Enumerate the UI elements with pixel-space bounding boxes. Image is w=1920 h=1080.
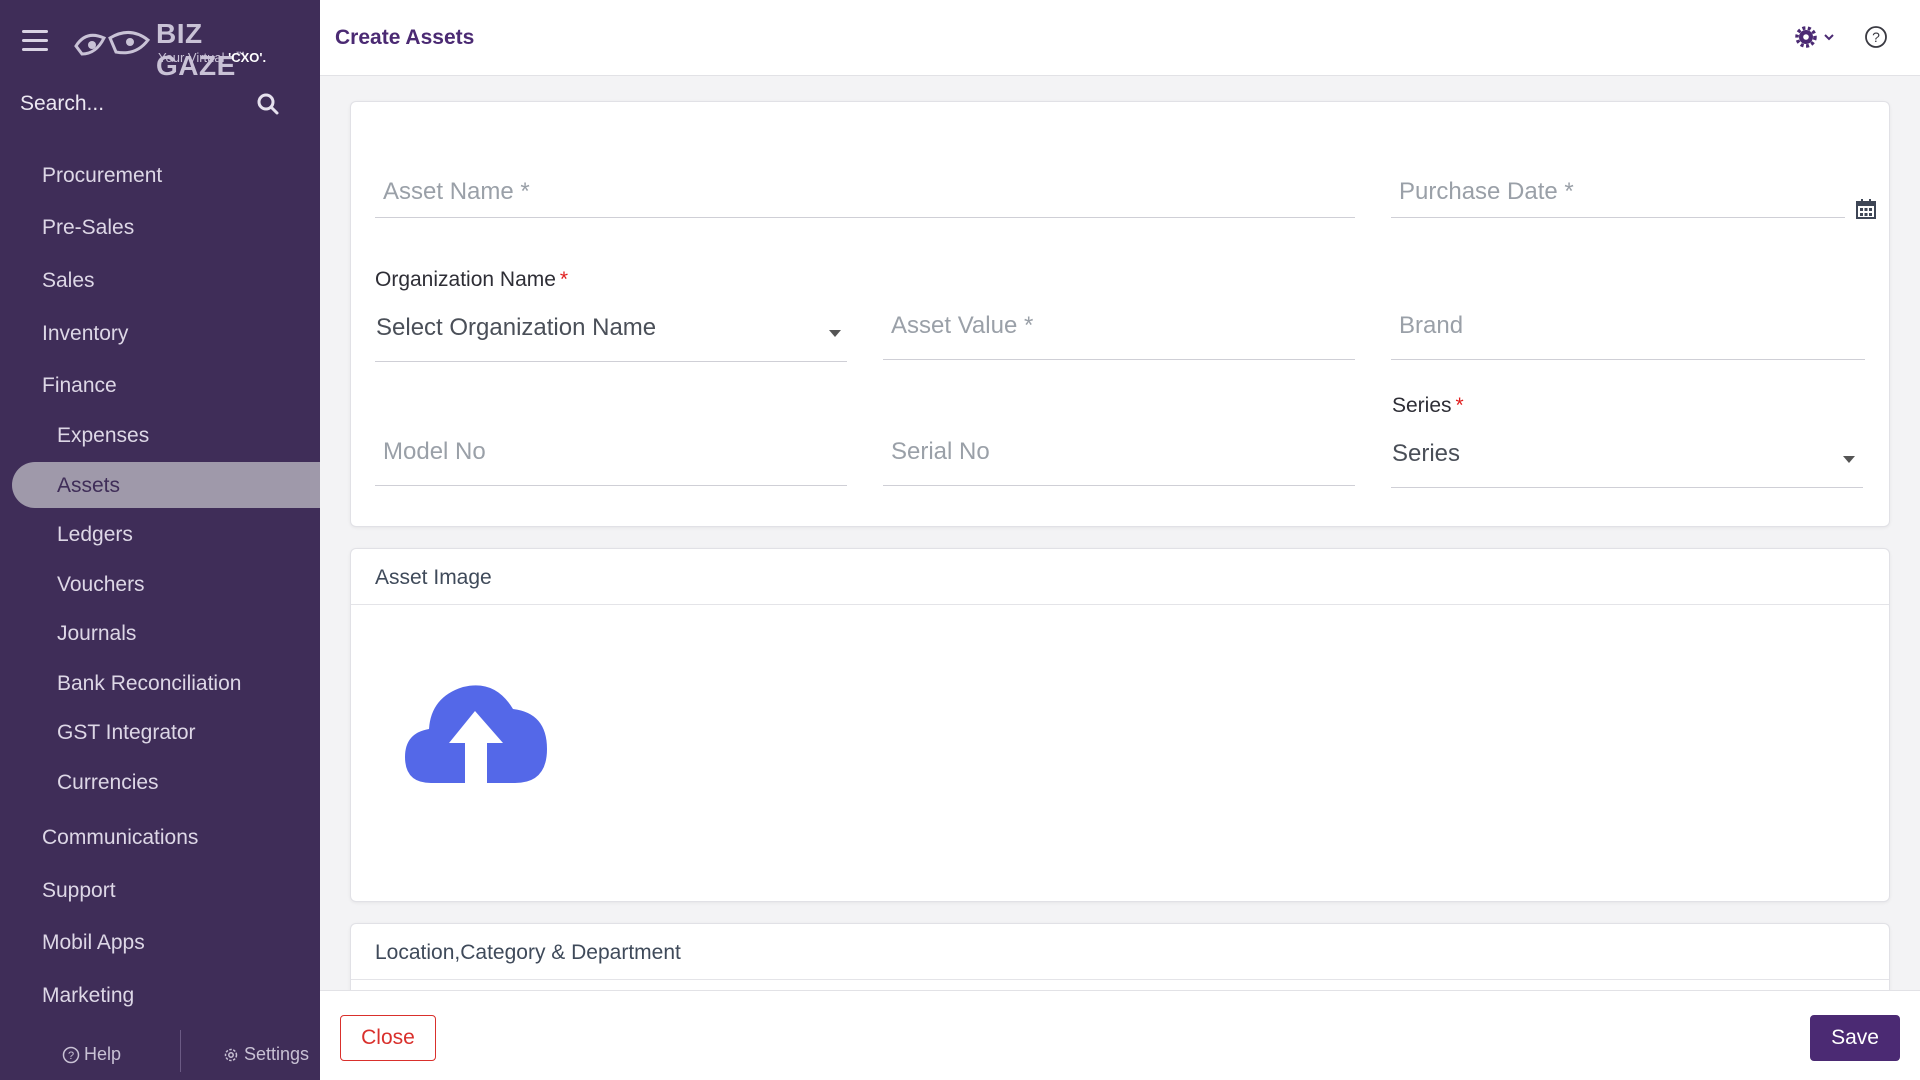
location-header: Location,Category & Department (351, 924, 1889, 980)
organization-name-label: Organization Name * (375, 268, 569, 291)
form-action-bar: Close Save (320, 990, 1920, 1080)
brand-field[interactable]: Brand (1391, 298, 1865, 360)
asset-details-card: Asset Name * Purchase Date * Organizatio… (350, 101, 1890, 527)
brand-tagline: Your Virtual 'CXO'. (158, 50, 267, 65)
asset-name-field[interactable]: Asset Name * (375, 164, 1355, 218)
page-title: Create Assets (335, 26, 475, 49)
asset-image-card: Asset Image (350, 548, 1890, 902)
help-circle-icon: ? (1865, 26, 1887, 48)
sidebar-item-support[interactable]: Support (0, 867, 320, 913)
svg-text:?: ? (68, 1050, 74, 1062)
sidebar-footer: ? Help Settings (0, 1030, 320, 1080)
asset-image-header: Asset Image (351, 549, 1889, 605)
owl-eyes-logo-icon (74, 31, 151, 56)
sidebar-item-gst-integrator[interactable]: GST Integrator (0, 709, 320, 755)
asset-image-title: Asset Image (375, 566, 492, 589)
serial-no-field[interactable]: Serial No (883, 424, 1355, 486)
help-button[interactable]: ? (1863, 24, 1889, 50)
sidebar-item-vouchers[interactable]: Vouchers (0, 561, 320, 607)
series-select[interactable]: Series (1391, 426, 1863, 488)
purchase-date-field[interactable]: Purchase Date * (1391, 164, 1845, 218)
settings-dropdown-button[interactable] (1794, 24, 1840, 52)
close-button[interactable]: Close (340, 1015, 436, 1061)
sidebar-item-bank-reconciliation[interactable]: Bank Reconciliation (0, 660, 320, 706)
help-icon: ? (62, 1046, 80, 1063)
svg-text:?: ? (1872, 29, 1880, 45)
sidebar-item-currencies[interactable]: Currencies (0, 759, 320, 805)
series-label: Series * (1392, 394, 1464, 417)
sidebar-item-marketing[interactable]: Marketing (0, 972, 320, 1018)
sidebar-item-journals[interactable]: Journals (0, 610, 320, 656)
chevron-down-icon (829, 330, 841, 337)
gear-icon (1795, 26, 1834, 48)
sidebar-item-ledgers[interactable]: Ledgers (0, 511, 320, 557)
sidebar-item-finance[interactable]: Finance (0, 362, 320, 408)
sidebar-item-pre-sales[interactable]: Pre-Sales (0, 204, 320, 250)
sidebar-item-assets[interactable]: Assets (12, 462, 320, 508)
footer-divider (180, 1030, 181, 1072)
asset-value-field[interactable]: Asset Value * (883, 298, 1355, 360)
sidebar-search[interactable]: Search... (20, 88, 280, 124)
search-icon[interactable] (256, 92, 280, 116)
sidebar-item-communications[interactable]: Communications (0, 814, 320, 860)
sidebar-item-procurement[interactable]: Procurement (0, 152, 320, 198)
save-button[interactable]: Save (1810, 1015, 1900, 1061)
calendar-icon[interactable] (1855, 198, 1877, 220)
location-title: Location,Category & Department (375, 941, 681, 964)
settings-gear-icon (224, 1048, 238, 1061)
settings-link[interactable]: Settings (222, 1044, 309, 1065)
top-bar: Create Assets ? (320, 0, 1920, 76)
brand-logo[interactable]: BIZ GAZE™ Your Virtual 'CXO'. (72, 16, 292, 81)
search-input[interactable]: Search... (20, 92, 104, 116)
chevron-down-icon (1843, 456, 1855, 463)
model-no-field[interactable]: Model No (375, 424, 847, 486)
hamburger-menu-icon[interactable] (22, 30, 48, 52)
sidebar-item-expenses[interactable]: Expenses (0, 412, 320, 458)
sidebar: BIZ GAZE™ Your Virtual 'CXO'. Search... … (0, 0, 320, 1080)
cloud-upload-icon[interactable] (403, 675, 549, 785)
sidebar-item-inventory[interactable]: Inventory (0, 310, 320, 356)
sidebar-item-mobil-apps[interactable]: Mobil Apps (0, 919, 320, 965)
help-link[interactable]: ? Help (62, 1044, 121, 1065)
sidebar-item-sales[interactable]: Sales (0, 257, 320, 303)
organization-name-select[interactable]: Select Organization Name (375, 300, 847, 362)
